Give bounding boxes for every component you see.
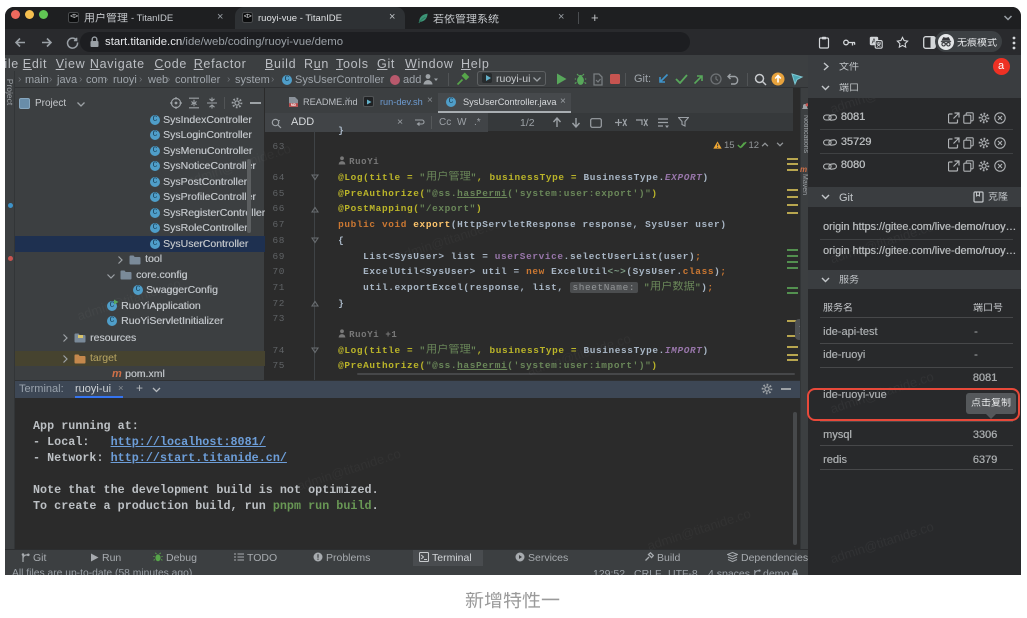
svg-text:MD: MD: [291, 103, 297, 107]
